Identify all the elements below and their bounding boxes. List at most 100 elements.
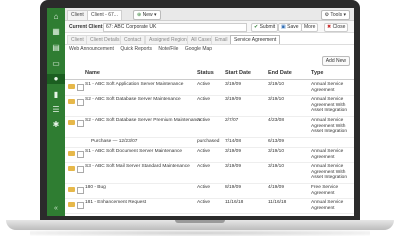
- main-content: Client Client - 67... ⊕ New ▾ ⚙ Tools ▾ …: [65, 8, 354, 216]
- tab-contact[interactable]: Contact: [120, 35, 146, 44]
- current-client-field[interactable]: 67: ABC Corporate UK: [103, 23, 247, 32]
- row-checkbox[interactable]: [77, 187, 84, 194]
- close-button[interactable]: ✖ Close: [324, 23, 349, 32]
- row-checkbox[interactable]: [77, 84, 84, 91]
- link-quick-reports[interactable]: Quick Reports: [120, 46, 152, 52]
- row-status: Active: [197, 118, 211, 123]
- row-type: Annual Service Agreement With Asset Inte…: [311, 118, 347, 134]
- col-end-header[interactable]: End Date: [268, 70, 292, 76]
- row-type: Annual Service Agreement: [311, 82, 344, 93]
- settings-icon[interactable]: ✱: [51, 120, 61, 130]
- row-end-date: 4/23/08: [268, 118, 285, 123]
- folder-icon: [68, 151, 75, 156]
- tools-label: Tools: [330, 12, 343, 18]
- tab-client-summary[interactable]: Client: [67, 35, 88, 44]
- calendar-icon[interactable]: ▦: [51, 27, 61, 37]
- row-checkbox[interactable]: [77, 202, 84, 209]
- link-google-map[interactable]: Google Map: [185, 46, 212, 52]
- row-start-date: 7/14/08: [225, 139, 242, 144]
- row-checkbox[interactable]: [77, 151, 84, 158]
- folder-icon: [68, 84, 75, 89]
- row-name[interactable]: 181 - Enhancement Request: [85, 200, 146, 205]
- tab-service-agreement[interactable]: Service Agreement: [230, 35, 281, 44]
- row-type: Annual Service Agreement: [311, 149, 344, 160]
- row-checkbox[interactable]: [77, 120, 84, 127]
- new-button[interactable]: ⊕ New ▾: [133, 10, 161, 20]
- row-name[interactable]: Purchase — 12/23/07: [91, 139, 137, 144]
- save-label: Save: [287, 24, 299, 30]
- row-status: purchased: [197, 139, 220, 144]
- current-client-label: Current Client:: [69, 24, 104, 30]
- sub-links: Web Announcement Quick Reports Note/File…: [69, 46, 217, 52]
- row-end-date: 3/19/10: [268, 149, 285, 154]
- table-row[interactable]: 181 - Enhancement Request Active 11/16/1…: [65, 199, 354, 214]
- row-status: Active: [197, 164, 211, 169]
- row-status: Active: [197, 149, 211, 154]
- link-web-announcement[interactable]: Web Announcement: [69, 46, 114, 52]
- laptop-shadow: [30, 230, 370, 236]
- row-start-date: 8/19/09: [225, 185, 242, 190]
- submit-label: Submit: [259, 24, 276, 30]
- home-icon[interactable]: ⌂: [51, 12, 61, 22]
- laptop-notch: [175, 220, 225, 223]
- link-note-file[interactable]: Note/File: [158, 46, 178, 52]
- col-name-header[interactable]: Name: [85, 70, 100, 76]
- folder-icon[interactable]: ▭: [51, 59, 61, 69]
- row-checkbox[interactable]: [77, 99, 84, 106]
- row-type: Annual Service Agreement With Asset Inte…: [311, 97, 347, 113]
- table-row[interactable]: S3 - ABC Soft Mail Server Standard Maint…: [65, 163, 354, 184]
- row-name[interactable]: S1 - ABC Soft Document Server Maintenanc…: [85, 149, 182, 154]
- collapse-icon[interactable]: «: [47, 205, 65, 212]
- tab-email[interactable]: Email: [211, 35, 232, 44]
- col-status-header[interactable]: Status: [197, 70, 214, 76]
- chart-icon[interactable]: ▮: [51, 90, 61, 100]
- col-start-header[interactable]: Start Date: [225, 70, 251, 76]
- tools-button[interactable]: ⚙ Tools ▾: [320, 10, 350, 20]
- table-row[interactable]: S2 - ABC Soft Database Server Maintenanc…: [65, 96, 354, 117]
- row-checkbox[interactable]: [77, 166, 84, 173]
- row-status: Active: [197, 200, 211, 205]
- folder-icon: [68, 187, 75, 192]
- tab-client-detail[interactable]: Client - 67...: [87, 10, 122, 20]
- row-type: Annual Service Agreement With Asset Inte…: [311, 164, 347, 180]
- tab-assigned-region[interactable]: Assigned Region: [145, 35, 191, 44]
- row-name[interactable]: S1 - ABC Soft Application Server Mainten…: [85, 82, 183, 87]
- row-name[interactable]: S2 - ABC Soft Database Server Premium Ma…: [85, 118, 201, 123]
- folder-icon: [68, 99, 75, 104]
- app-screen: ⌂ ▦ ▤ ▭ ● ▮ ☰ ✱ « Client Client - 67... …: [47, 8, 354, 216]
- row-start-date: 3/19/09: [225, 82, 242, 87]
- close-label: Close: [332, 24, 346, 30]
- row-name[interactable]: S2 - ABC Soft Database Server Maintenanc…: [85, 97, 181, 102]
- row-start-date: 3/19/09: [225, 149, 242, 154]
- row-status: Active: [197, 185, 211, 190]
- tab-client[interactable]: Client: [67, 10, 88, 20]
- sidebar: ⌂ ▦ ▤ ▭ ● ▮ ☰ ✱ «: [47, 8, 65, 216]
- user-icon[interactable]: ●: [47, 74, 65, 84]
- row-end-date: 3/19/10: [268, 97, 285, 102]
- submit-button[interactable]: ✔ Submit: [251, 23, 279, 32]
- table-row[interactable]: S1 - ABC Soft Application Server Mainten…: [65, 81, 354, 96]
- row-start-date: 2/7/07: [225, 118, 239, 123]
- grid-icon[interactable]: ▤: [51, 43, 61, 53]
- more-button[interactable]: More: [301, 23, 319, 32]
- row-type: Free Service Agreement: [311, 185, 339, 196]
- report-icon[interactable]: ☰: [51, 105, 61, 115]
- add-new-button[interactable]: Add New: [321, 56, 350, 66]
- table-row[interactable]: Purchase — 12/23/07 purchased 7/14/08 6/…: [65, 138, 354, 148]
- row-name[interactable]: 180 - Bug: [85, 185, 106, 190]
- row-type: Annual Service Agreement: [311, 200, 344, 211]
- table-row[interactable]: S1 - ABC Soft Document Server Maintenanc…: [65, 148, 354, 163]
- table-row[interactable]: S2 - ABC Soft Database Server Premium Ma…: [65, 117, 354, 138]
- tab-client-details[interactable]: Client Details: [86, 35, 124, 44]
- table-row[interactable]: 180 - Bug Active 8/19/09 4/19/09 Free Se…: [65, 184, 354, 199]
- client-bar: Current Client: 67: ABC Corporate UK ✔ S…: [65, 21, 354, 33]
- row-end-date: 6/13/09: [268, 139, 285, 144]
- row-end-date: 3/19/10: [268, 164, 285, 169]
- col-type-header[interactable]: Type: [311, 70, 323, 76]
- row-end-date: 3/19/10: [268, 82, 285, 87]
- client-tabs: Client Client Details Contact Assigned R…: [65, 34, 354, 45]
- save-button[interactable]: ▣ Save: [278, 23, 302, 32]
- table-header: Name Status Start Date End Date Type: [65, 70, 354, 80]
- row-name[interactable]: S3 - ABC Soft Mail Server Standard Maint…: [85, 164, 190, 169]
- folder-icon: [68, 202, 75, 207]
